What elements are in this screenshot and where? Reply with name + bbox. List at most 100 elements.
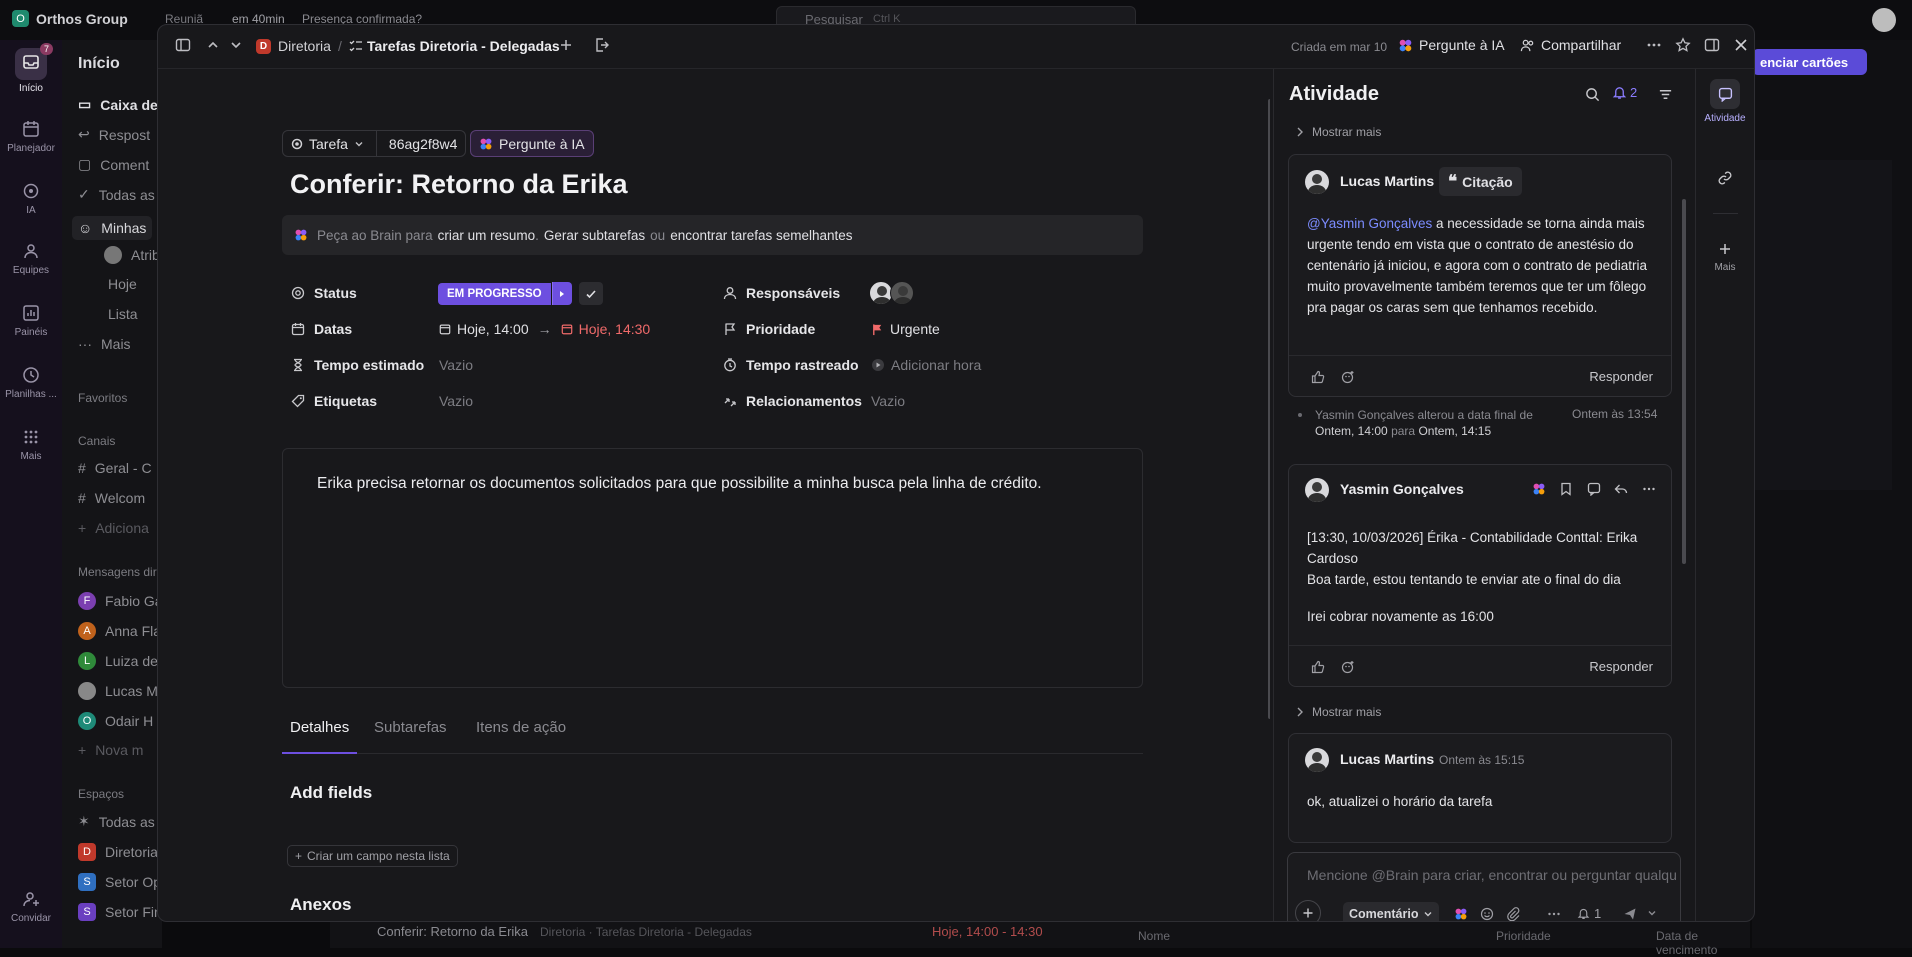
estimate-value[interactable]: Vazio bbox=[439, 357, 473, 373]
add-attachment-button[interactable] bbox=[1295, 900, 1321, 921]
task-ask-ai-button[interactable]: Pergunte à IA bbox=[470, 130, 594, 157]
search-icon[interactable] bbox=[1585, 87, 1600, 102]
user-avatar[interactable] bbox=[1872, 8, 1896, 32]
plus-icon[interactable] bbox=[558, 37, 574, 53]
sidebar-toggle-icon[interactable] bbox=[175, 37, 191, 53]
breadcrumb-list[interactable]: Tarefas Diretoria - Delegadas bbox=[367, 38, 560, 54]
comment-author[interactable]: Lucas Martins bbox=[1340, 751, 1434, 767]
mention[interactable]: @Yasmin Gonçalves bbox=[1307, 216, 1432, 231]
rail-item-more[interactable]: Mais bbox=[0, 428, 62, 462]
side-tab-activity[interactable]: Atividade bbox=[1704, 79, 1746, 124]
channel-item[interactable]: # Welcom bbox=[78, 490, 145, 506]
dm-item[interactable]: O Odair H bbox=[78, 712, 153, 730]
nav-item-more[interactable]: ··· Mais bbox=[78, 336, 131, 352]
add-channel[interactable]: + Adiciona bbox=[78, 520, 149, 536]
brain-subtasks-link[interactable]: Gerar subtarefas bbox=[544, 228, 645, 243]
chevron-down-icon[interactable] bbox=[228, 37, 244, 53]
main-scrollbar[interactable] bbox=[1268, 99, 1270, 719]
channel-item[interactable]: # Geral - C bbox=[78, 460, 152, 476]
relations-value[interactable]: Vazio bbox=[871, 393, 905, 409]
layout-toggle-icon[interactable] bbox=[1704, 37, 1720, 53]
thumbs-up-icon[interactable] bbox=[1311, 660, 1325, 674]
task-type-select[interactable]: Tarefa 86ag2f8w4 bbox=[282, 130, 467, 157]
description-box[interactable]: Erika precisa retornar os documentos sol… bbox=[282, 448, 1143, 688]
attachment-icon[interactable] bbox=[1506, 907, 1520, 921]
thumbs-up-icon[interactable] bbox=[1311, 370, 1325, 384]
send-icon[interactable] bbox=[1623, 907, 1637, 921]
nav-item-replies[interactable]: ↩ Respost bbox=[78, 126, 150, 143]
rail-item-sheets[interactable]: Planilhas ... bbox=[0, 366, 62, 400]
tab-action-items[interactable]: Itens de ação bbox=[476, 719, 566, 736]
more-options-icon[interactable] bbox=[1646, 37, 1662, 53]
workspace-name[interactable]: Orthos Group bbox=[36, 11, 128, 27]
side-tab-more[interactable]: Mais bbox=[1704, 241, 1746, 273]
tab-details[interactable]: Detalhes bbox=[282, 719, 358, 754]
comment-type-select[interactable]: Comentário bbox=[1343, 902, 1440, 921]
filter-icon[interactable] bbox=[1658, 87, 1673, 102]
favorites-header[interactable]: Favoritos bbox=[78, 391, 127, 405]
watchers-button[interactable]: 1 bbox=[1577, 906, 1601, 921]
nav-item-all[interactable]: ✓ Todas as bbox=[78, 186, 155, 203]
priority-value[interactable]: Urgente bbox=[871, 321, 940, 337]
dm-item[interactable]: A Anna Fla bbox=[78, 622, 161, 640]
task-title[interactable]: Conferir: Retorno da Erika bbox=[290, 169, 628, 200]
star-icon[interactable] bbox=[1675, 37, 1691, 53]
dates-value[interactable]: Hoje, 14:00 → Hoje, 14:30 bbox=[439, 321, 650, 337]
reply-icon[interactable] bbox=[1614, 482, 1628, 496]
share-button[interactable]: Compartilhar bbox=[1520, 37, 1621, 53]
create-field-button[interactable]: + Criar um campo nesta lista bbox=[287, 845, 458, 867]
dm-item[interactable]: F Fabio Ga bbox=[78, 592, 162, 610]
show-more-middle[interactable]: Mostrar mais bbox=[1296, 705, 1381, 719]
brain-similar-link[interactable]: encontrar tarefas semelhantes bbox=[670, 228, 852, 243]
chevron-down-icon[interactable] bbox=[1647, 908, 1657, 918]
new-dm[interactable]: + Nova m bbox=[78, 742, 143, 758]
move-task-icon[interactable] bbox=[594, 37, 610, 53]
ai-sparkle-icon[interactable] bbox=[1454, 907, 1468, 921]
bg-task-name[interactable]: Conferir: Retorno da Erika bbox=[377, 924, 528, 939]
space-item[interactable]: S Setor Fin bbox=[78, 903, 162, 921]
nav-item-today[interactable]: Hoje bbox=[108, 276, 137, 292]
close-icon[interactable] bbox=[1733, 37, 1749, 53]
show-more-top[interactable]: Mostrar mais bbox=[1296, 125, 1381, 139]
tags-value[interactable]: Vazio bbox=[439, 393, 473, 409]
comment-author[interactable]: Yasmin Gonçalves bbox=[1340, 481, 1464, 497]
space-item[interactable]: D Diretoria bbox=[78, 843, 158, 861]
breadcrumb-space[interactable]: Diretoria bbox=[278, 38, 331, 54]
dm-item[interactable]: Lucas M bbox=[78, 682, 158, 700]
manage-cards-button[interactable]: enciar cartões bbox=[1752, 49, 1867, 75]
link-icon[interactable] bbox=[1717, 170, 1733, 186]
rail-item-ai[interactable]: IA bbox=[0, 182, 62, 216]
comment-author[interactable]: Lucas Martins bbox=[1340, 173, 1434, 189]
nav-item-list[interactable]: Lista bbox=[108, 306, 138, 322]
rail-item-planner[interactable]: Planejador bbox=[0, 120, 62, 154]
rail-item-invite[interactable]: Convidar bbox=[0, 890, 62, 924]
rail-item-home[interactable]: 7 Início bbox=[0, 43, 62, 94]
tracked-value[interactable]: Adicionar hora bbox=[871, 357, 981, 373]
assignee-avatars[interactable] bbox=[869, 281, 914, 305]
nav-item-inbox[interactable]: ▭ Caixa de bbox=[78, 96, 158, 113]
complete-button[interactable] bbox=[578, 282, 603, 305]
emoji-icon[interactable] bbox=[1480, 907, 1494, 921]
tab-subtasks[interactable]: Subtarefas bbox=[374, 719, 447, 736]
quote-tag[interactable]: ❝ Citação bbox=[1439, 167, 1522, 196]
reply-button[interactable]: Responder bbox=[1589, 659, 1653, 674]
status-value[interactable]: EM PROGRESSO bbox=[438, 282, 551, 305]
ai-sparkle-icon[interactable] bbox=[1532, 482, 1546, 496]
chevron-up-icon[interactable] bbox=[205, 37, 221, 53]
brain-summary-link[interactable]: criar um resumo bbox=[438, 228, 536, 243]
bookmark-icon[interactable] bbox=[1559, 482, 1573, 496]
status-next-button[interactable] bbox=[551, 282, 572, 305]
nav-item-mine[interactable]: ☺ Minhas bbox=[72, 216, 153, 240]
more-options-icon[interactable] bbox=[1642, 482, 1656, 496]
nav-item-assigned[interactable]: Atrib bbox=[104, 246, 160, 264]
notifications-button[interactable]: 2 bbox=[1612, 85, 1637, 100]
rail-item-teams[interactable]: Equipes bbox=[0, 242, 62, 276]
dm-item[interactable]: L Luiza de bbox=[78, 652, 158, 670]
description-text[interactable]: Erika precisa retornar os documentos sol… bbox=[317, 473, 1117, 495]
space-item[interactable]: ✶ Todas as bbox=[78, 813, 155, 830]
more-options-icon[interactable] bbox=[1547, 907, 1561, 921]
task-id[interactable]: 86ag2f8w4 bbox=[389, 136, 458, 152]
add-reaction-icon[interactable] bbox=[1341, 370, 1355, 384]
add-reaction-icon[interactable] bbox=[1341, 660, 1355, 674]
nav-item-comments[interactable]: ▢ Coment bbox=[78, 156, 149, 173]
